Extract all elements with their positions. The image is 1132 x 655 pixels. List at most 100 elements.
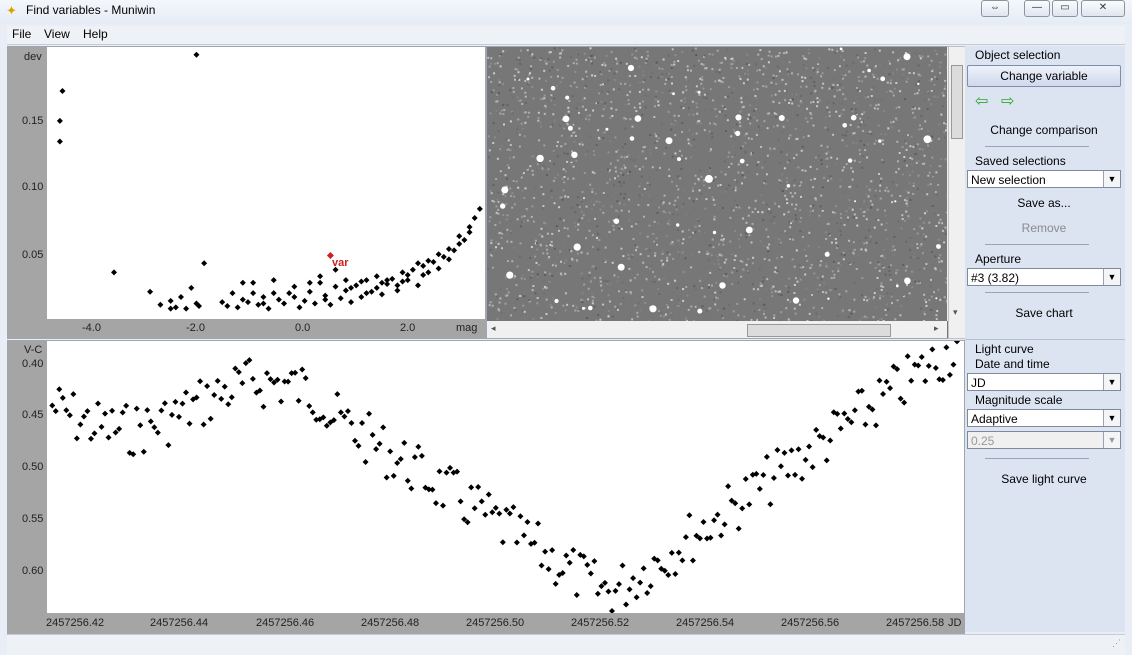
data-point[interactable]	[302, 375, 309, 382]
data-point[interactable]	[373, 284, 380, 291]
data-point[interactable]	[183, 305, 190, 312]
star[interactable]	[672, 92, 675, 96]
data-point[interactable]	[161, 400, 168, 407]
star[interactable]	[676, 223, 680, 227]
data-point[interactable]	[221, 383, 228, 390]
data-point[interactable]	[770, 475, 777, 482]
data-point[interactable]	[348, 299, 355, 306]
data-point[interactable]	[399, 269, 406, 276]
star[interactable]	[936, 244, 941, 249]
data-point[interactable]	[918, 354, 925, 361]
star[interactable]	[847, 158, 853, 163]
data-point[interactable]	[468, 484, 475, 491]
data-point[interactable]	[630, 575, 637, 582]
data-point[interactable]	[456, 233, 463, 240]
chevron-down-icon[interactable]: ▼	[1103, 410, 1120, 426]
data-point[interactable]	[872, 422, 879, 429]
data-point[interactable]	[573, 592, 580, 599]
star[interactable]	[536, 154, 544, 163]
data-point[interactable]	[401, 439, 408, 446]
data-point[interactable]	[466, 229, 473, 236]
data-point[interactable]	[286, 290, 293, 297]
data-point[interactable]	[327, 301, 334, 308]
data-point[interactable]	[306, 288, 313, 295]
star[interactable]	[605, 127, 609, 131]
star[interactable]	[506, 271, 514, 279]
arrow-right-icon[interactable]: ⇨	[1001, 91, 1014, 111]
star[interactable]	[895, 284, 899, 288]
scroll-left-icon[interactable]: ◂	[491, 323, 496, 334]
data-point[interactable]	[102, 410, 109, 417]
data-point[interactable]	[228, 394, 235, 401]
data-point[interactable]	[188, 284, 195, 291]
data-point[interactable]	[119, 409, 126, 416]
data-point[interactable]	[373, 446, 380, 453]
star[interactable]	[923, 135, 932, 144]
scroll-thumb[interactable]	[747, 324, 891, 337]
horizontal-scrollbar[interactable]: ◂ ▸	[487, 321, 947, 338]
remove-button[interactable]: Remove	[967, 218, 1121, 238]
data-point[interactable]	[542, 548, 549, 555]
data-point[interactable]	[837, 425, 844, 432]
data-point[interactable]	[341, 413, 348, 420]
data-point[interactable]	[177, 293, 184, 300]
data-point[interactable]	[445, 256, 452, 263]
data-point[interactable]	[739, 505, 746, 512]
data-point[interactable]	[387, 448, 394, 455]
data-point[interactable]	[249, 375, 256, 382]
data-point[interactable]	[756, 485, 763, 492]
data-point[interactable]	[144, 407, 151, 414]
data-point[interactable]	[876, 377, 883, 384]
data-point[interactable]	[520, 532, 527, 539]
data-point[interactable]	[432, 500, 439, 507]
data-point[interactable]	[742, 476, 749, 483]
data-point[interactable]	[295, 397, 302, 404]
data-point[interactable]	[471, 214, 478, 221]
data-point[interactable]	[471, 505, 478, 512]
data-point[interactable]	[802, 456, 809, 463]
data-point[interactable]	[207, 415, 214, 422]
vscroll-thumb[interactable]	[951, 65, 963, 139]
data-point[interactable]	[384, 277, 391, 284]
star[interactable]	[735, 114, 742, 121]
data-point[interactable]	[278, 398, 285, 405]
chevron-down-icon[interactable]: ▼	[1103, 374, 1120, 390]
star[interactable]	[629, 136, 635, 141]
change-variable-button[interactable]: Change variable	[967, 65, 1121, 87]
data-point[interactable]	[140, 448, 147, 455]
data-point[interactable]	[337, 295, 344, 302]
data-point[interactable]	[394, 282, 401, 289]
star[interactable]	[627, 64, 635, 72]
data-point[interactable]	[429, 486, 436, 493]
data-point[interactable]	[929, 346, 936, 353]
data-point[interactable]	[260, 403, 267, 410]
data-point[interactable]	[353, 282, 360, 289]
data-point[interactable]	[644, 589, 651, 596]
data-point[interactable]	[640, 565, 647, 572]
data-point[interactable]	[151, 424, 158, 431]
data-point[interactable]	[306, 402, 313, 409]
data-point[interactable]	[411, 454, 418, 461]
data-point[interactable]	[368, 288, 375, 295]
data-point[interactable]	[499, 539, 506, 546]
data-point[interactable]	[457, 498, 464, 505]
data-point[interactable]	[566, 559, 573, 566]
data-point[interactable]	[466, 224, 473, 231]
data-point[interactable]	[317, 279, 324, 286]
data-point[interactable]	[950, 361, 957, 368]
data-point[interactable]	[563, 552, 570, 559]
data-point[interactable]	[851, 407, 858, 414]
data-point[interactable]	[637, 579, 644, 586]
data-point[interactable]	[689, 557, 696, 564]
data-point[interactable]	[167, 297, 174, 304]
data-point[interactable]	[244, 299, 251, 306]
data-point[interactable]	[435, 251, 442, 258]
data-point[interactable]	[56, 386, 63, 393]
data-point[interactable]	[260, 293, 267, 300]
data-point[interactable]	[922, 378, 929, 385]
data-point[interactable]	[682, 534, 689, 541]
star[interactable]	[839, 47, 843, 51]
data-point[interactable]	[841, 410, 848, 417]
data-point[interactable]	[359, 420, 366, 427]
data-point[interactable]	[496, 510, 503, 517]
